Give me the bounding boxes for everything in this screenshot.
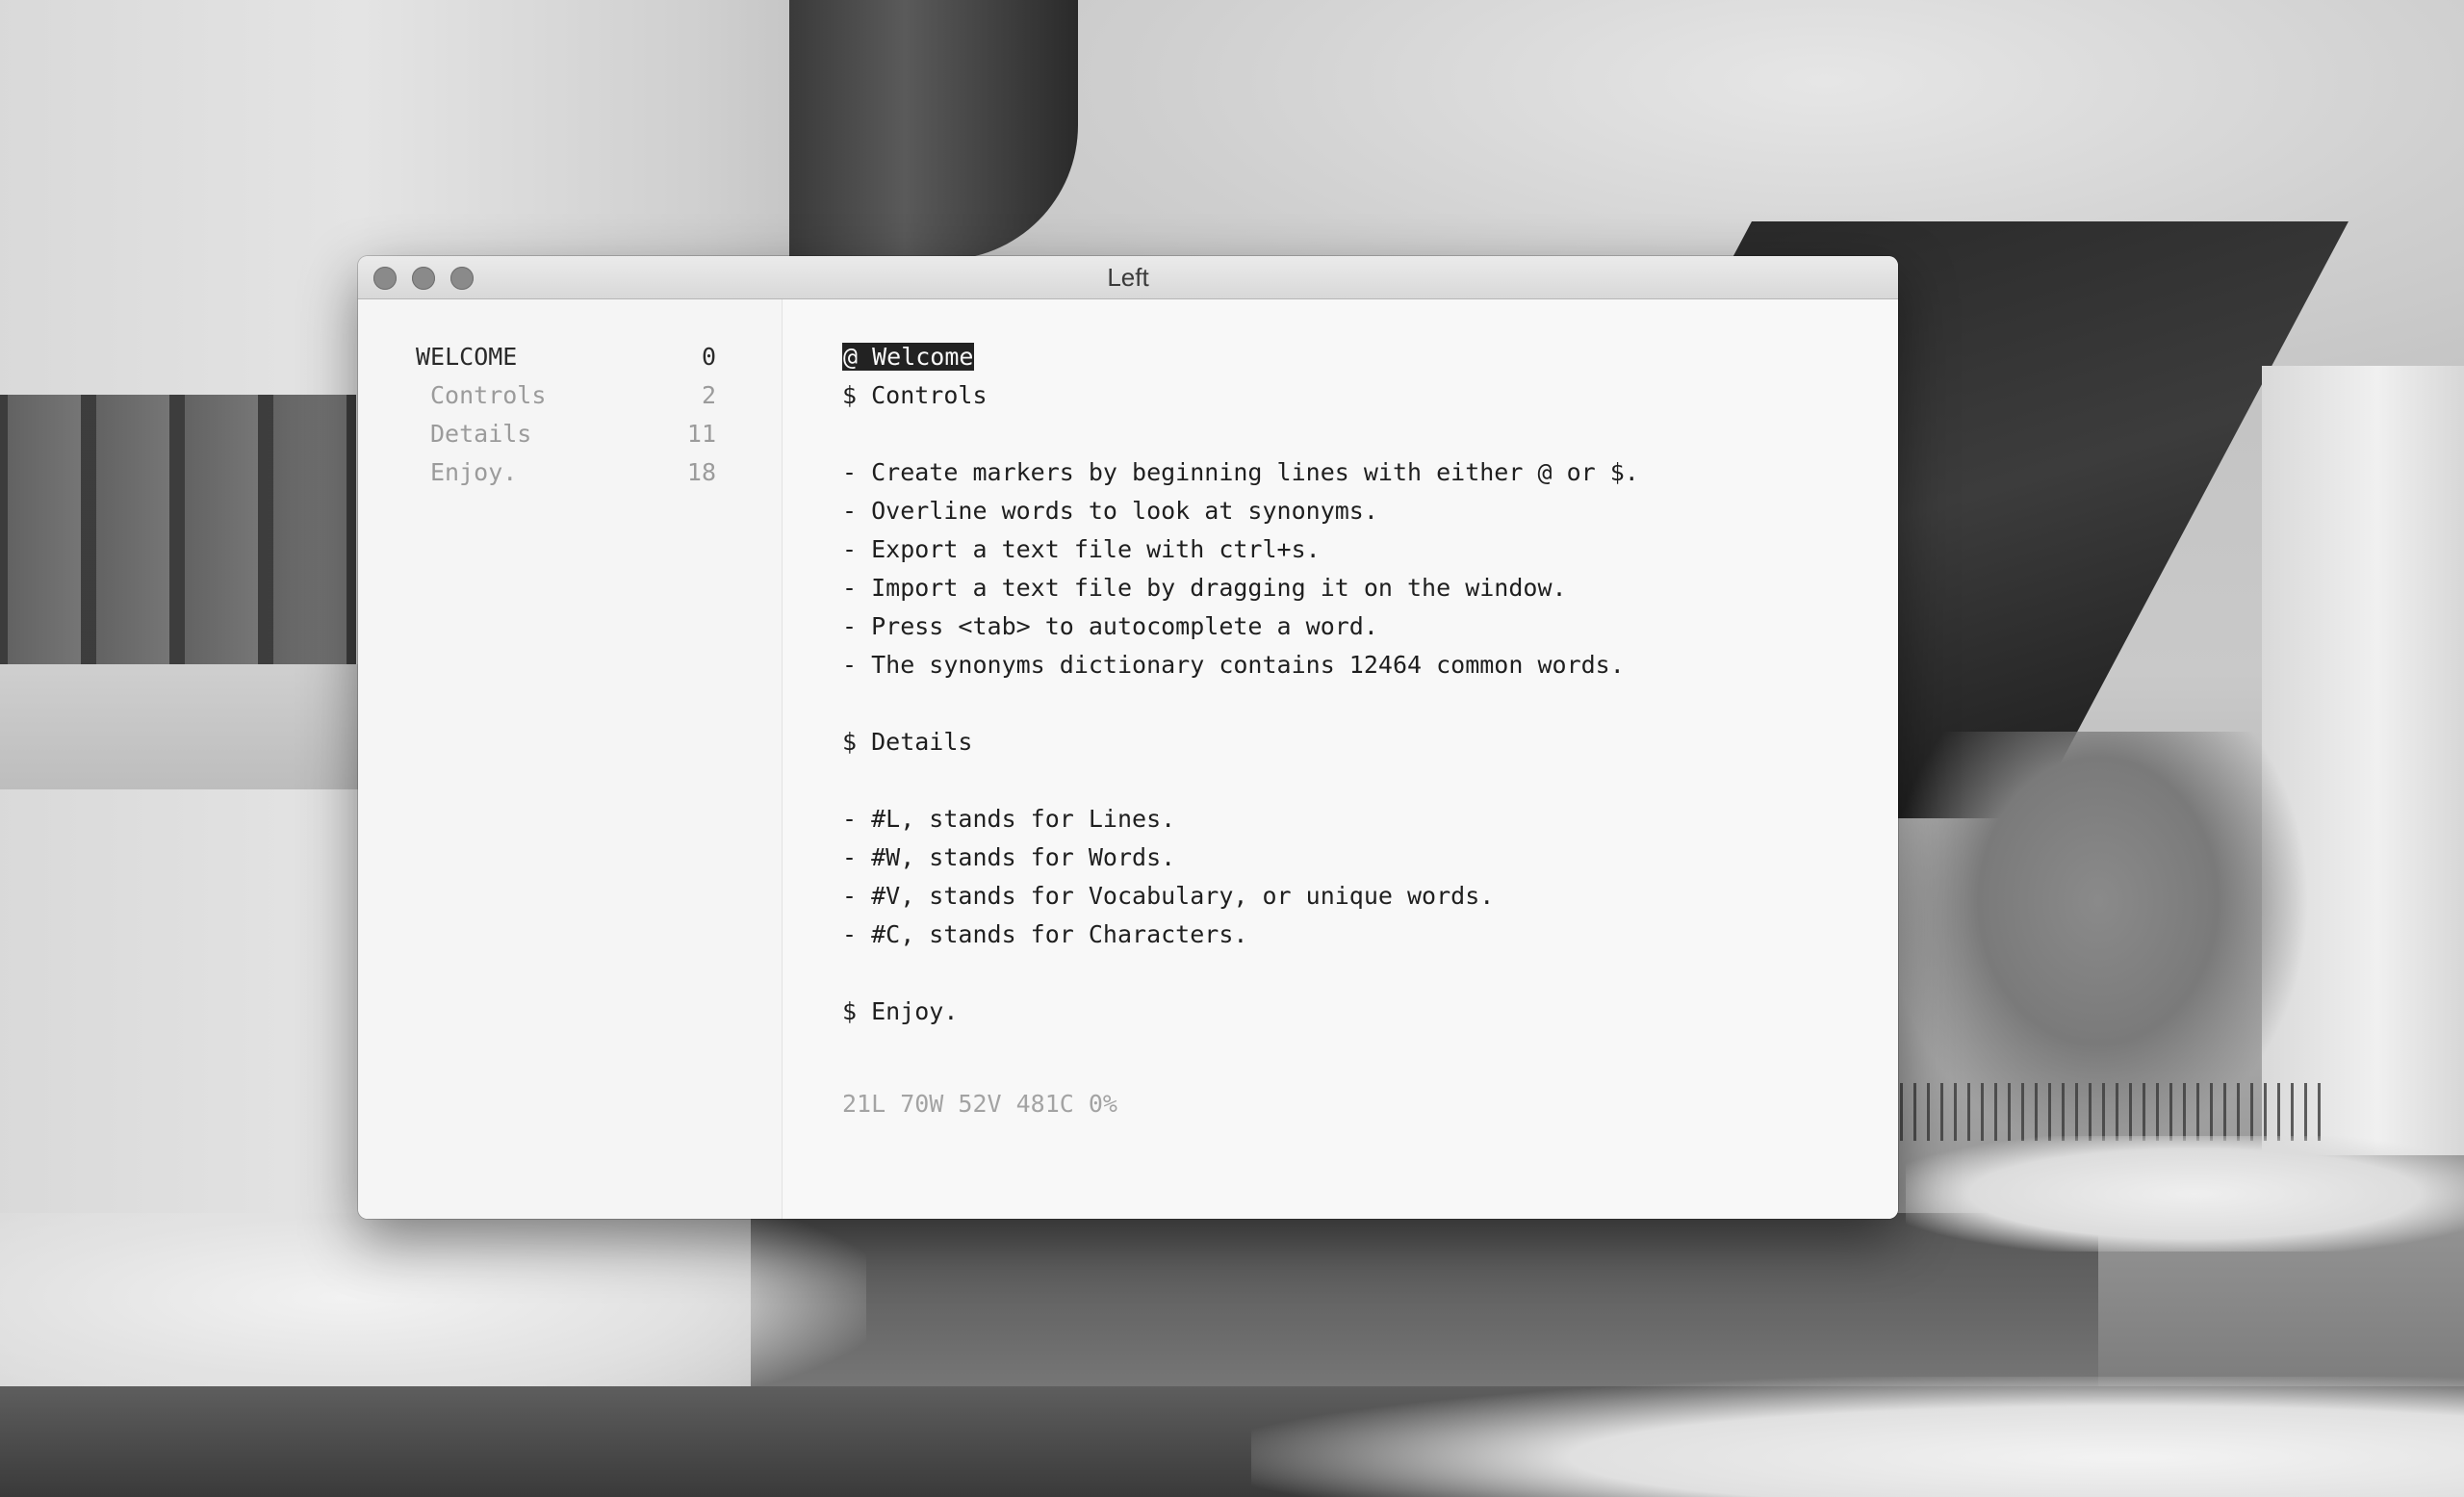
sidebar-item-label: Enjoy. [430, 458, 518, 486]
editor-line[interactable]: - Overline words to look at synonyms. [842, 494, 1378, 529]
background-snow [1251, 1377, 2464, 1497]
title-bar[interactable]: Left [358, 256, 1898, 299]
editor-line[interactable]: - The synonyms dictionary contains 12464… [842, 648, 1625, 683]
editor-line[interactable]: - Import a text file by dragging it on t… [842, 571, 1567, 606]
editor-line[interactable]: - Create markers by beginning lines with… [842, 455, 1639, 490]
editor-line[interactable]: - Press <tab> to autocomplete a word. [842, 609, 1378, 644]
background-fence [1886, 1083, 2329, 1141]
sidebar-item-line-number: 0 [701, 343, 716, 371]
sidebar-item-controls[interactable]: Controls 2 [416, 378, 724, 413]
background-tower-balcony [789, 0, 1078, 260]
app-window: Left WELCOME 0 Controls 2 Details 11 Enj… [358, 256, 1898, 1219]
minimize-button[interactable] [412, 267, 435, 290]
editor-line[interactable]: $ Enjoy. [842, 994, 958, 1029]
sidebar-item-label: WELCOME [416, 343, 518, 371]
editor-line[interactable]: - #C, stands for Characters. [842, 917, 1247, 952]
text-editor[interactable]: @ Welcome $ Controls - Create markers by… [783, 299, 1898, 1219]
background-window-strip [0, 395, 356, 664]
zoom-button[interactable] [450, 267, 474, 290]
sidebar-item-label: Controls [430, 381, 547, 409]
editor-line[interactable]: - #V, stands for Vocabulary, or unique w… [842, 879, 1494, 914]
status-stats: 21L 70W 52V 481C 0% [842, 1090, 1117, 1118]
editor-line-marker[interactable]: @ Welcome [842, 340, 975, 374]
close-button[interactable] [373, 267, 397, 290]
background-ledge [0, 664, 404, 789]
sidebar-item-line-number: 18 [686, 458, 716, 486]
sidebar-item-line-number: 2 [701, 381, 716, 409]
sidebar-item-welcome[interactable]: WELCOME 0 [416, 340, 724, 374]
sidebar-item-enjoy[interactable]: Enjoy. 18 [416, 455, 724, 490]
editor-line[interactable]: - #L, stands for Lines. [842, 802, 1175, 837]
selected-text: @ Welcome [842, 343, 975, 371]
editor-line[interactable]: - #W, stands for Words. [842, 840, 1175, 875]
editor-line[interactable]: - Export a text file with ctrl+s. [842, 532, 1321, 567]
background-snow [1906, 1136, 2464, 1252]
window-title: Left [1107, 263, 1149, 292]
sidebar-item-label: Details [430, 420, 532, 448]
editor-text-area[interactable]: @ Welcome $ Controls - Create markers by… [842, 299, 1882, 1219]
sidebar: WELCOME 0 Controls 2 Details 11 Enjoy. 1… [358, 299, 783, 1219]
editor-line[interactable]: $ Controls [842, 378, 988, 413]
sidebar-item-details[interactable]: Details 11 [416, 417, 724, 452]
editor-line[interactable]: $ Details [842, 725, 972, 760]
sidebar-item-line-number: 11 [686, 420, 716, 448]
